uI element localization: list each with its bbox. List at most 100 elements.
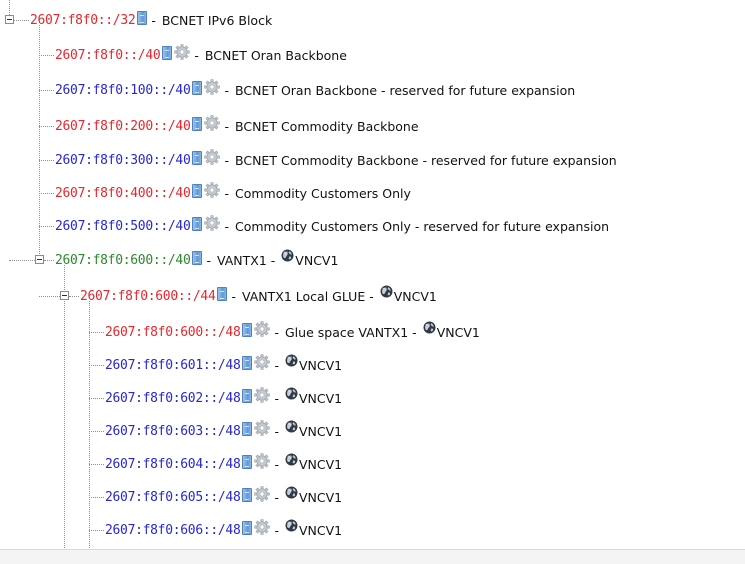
- tree-node-row: 2607:f8f0:606::/48 - VNCV1: [105, 519, 343, 540]
- prefix-description: BCNET Oran Backbone: [204, 47, 347, 63]
- separator-dash: -: [224, 152, 229, 168]
- gear-icon[interactable]: [254, 486, 271, 502]
- gear-icon[interactable]: [204, 215, 221, 231]
- gear-icon[interactable]: [254, 519, 271, 535]
- tree-node-row: 2607:f8f0:605::/48 - VNCV1: [105, 486, 343, 507]
- prefix-link[interactable]: 2607:f8f0:600::/44: [80, 289, 216, 304]
- tree-connector: [39, 193, 54, 194]
- gear-icon[interactable]: [254, 420, 271, 436]
- tree-connector: [39, 296, 60, 297]
- tree-node-row: 2607:f8f0:600::/40- VANTX1 - VNCV1: [55, 249, 339, 270]
- gear-icon[interactable]: [254, 321, 271, 337]
- gear-icon[interactable]: [254, 354, 271, 370]
- document-icon[interactable]: [192, 217, 203, 231]
- document-icon[interactable]: [192, 184, 203, 198]
- gear-icon[interactable]: [254, 387, 271, 403]
- globe-icon[interactable]: [380, 285, 393, 298]
- gear-icon[interactable]: [204, 149, 221, 165]
- prefix-link[interactable]: 2607:f8f0:605::/48: [105, 490, 241, 505]
- document-icon[interactable]: [192, 117, 203, 131]
- gear-icon[interactable]: [254, 453, 271, 469]
- tree-node-row: 2607:f8f0::/32- BCNET IPv6 Block: [30, 10, 272, 30]
- document-icon[interactable]: [137, 11, 148, 25]
- prefix-link[interactable]: 2607:f8f0:604::/48: [105, 457, 241, 472]
- tree-connector: [69, 296, 79, 297]
- prefix-link[interactable]: 2607:f8f0:400::/40: [55, 186, 191, 201]
- prefix-link[interactable]: 2607:f8f0:603::/48: [105, 424, 241, 439]
- document-icon[interactable]: [242, 455, 253, 469]
- prefix-link[interactable]: 2607:f8f0:600::/40: [55, 253, 191, 268]
- site-name: VNCV1: [299, 423, 343, 439]
- tree-connector: [9, 260, 35, 261]
- site-name: VNCV1: [295, 252, 339, 268]
- document-icon[interactable]: [242, 389, 253, 403]
- tree-node-row: 2607:f8f0:500::/40 - Commodity Customers O…: [55, 215, 610, 236]
- document-icon[interactable]: [192, 251, 203, 265]
- prefix-link[interactable]: 2607:f8f0::/32: [30, 13, 136, 28]
- separator-dash: -: [224, 82, 229, 98]
- tree-connector: [44, 260, 54, 261]
- tree-node-row: 2607:f8f0:200::/40 - BCNET Commodity Backb…: [55, 115, 419, 136]
- prefix-link[interactable]: 2607:f8f0:100::/40: [55, 83, 191, 98]
- tree-node-row: 2607:f8f0:600::/44- VANTX1 Local GLUE - VN…: [80, 285, 437, 306]
- gear-icon[interactable]: [204, 79, 221, 95]
- collapse-minus-icon[interactable]: [5, 15, 14, 24]
- ipv6-prefix-tree: 2607:f8f0::/32- BCNET IPv6 Block 2607:f8f0…: [0, 0, 745, 564]
- collapse-minus-icon[interactable]: [60, 291, 69, 300]
- tree-connector: [89, 530, 104, 531]
- tree-node-row: 2607:f8f0::/40 - BCNET Oran Backbone: [55, 44, 347, 65]
- document-icon[interactable]: [217, 287, 228, 301]
- separator-dash: -: [224, 118, 229, 134]
- prefix-link[interactable]: 2607:f8f0:606::/48: [105, 523, 241, 538]
- document-icon[interactable]: [242, 356, 253, 370]
- separator-dash: -: [194, 47, 199, 63]
- separator-dash: -: [274, 390, 279, 406]
- document-icon[interactable]: [242, 488, 253, 502]
- document-icon[interactable]: [242, 323, 253, 337]
- document-icon[interactable]: [162, 46, 173, 60]
- document-icon[interactable]: [242, 422, 253, 436]
- gear-icon[interactable]: [204, 182, 221, 198]
- bottom-scroll-strip: [0, 549, 745, 564]
- tree-connector: [14, 20, 29, 21]
- prefix-link[interactable]: 2607:f8f0:300::/40: [55, 153, 191, 168]
- globe-icon[interactable]: [285, 420, 298, 433]
- document-icon[interactable]: [192, 81, 203, 95]
- prefix-link[interactable]: 2607:f8f0:601::/48: [105, 358, 241, 373]
- prefix-description: Commodity Customers Only - reserved for …: [235, 218, 610, 234]
- globe-icon[interactable]: [285, 486, 298, 499]
- document-icon[interactable]: [192, 151, 203, 165]
- site-name: VNCV1: [436, 324, 480, 340]
- collapse-minus-icon[interactable]: [35, 255, 44, 264]
- document-icon[interactable]: [242, 521, 253, 535]
- separator-dash: -: [206, 252, 211, 268]
- separator-dash: -: [151, 12, 156, 28]
- globe-icon[interactable]: [423, 321, 436, 334]
- tree-connector: [89, 431, 104, 432]
- prefix-link[interactable]: 2607:f8f0:500::/40: [55, 219, 191, 234]
- separator-dash: -: [224, 185, 229, 201]
- prefix-description: BCNET IPv6 Block: [161, 12, 273, 28]
- tree-connector: [89, 365, 104, 366]
- globe-icon[interactable]: [285, 387, 298, 400]
- globe-icon[interactable]: [281, 249, 294, 262]
- tree-guide-line: [64, 301, 65, 564]
- gear-icon[interactable]: [174, 44, 191, 60]
- tree-node-row: 2607:f8f0:100::/40 - BCNET Oran Backbone -…: [55, 79, 575, 100]
- site-name: VNCV1: [299, 522, 343, 538]
- separator-dash: -: [231, 288, 236, 304]
- globe-icon[interactable]: [285, 354, 298, 367]
- prefix-link[interactable]: 2607:f8f0::/40: [55, 48, 161, 63]
- site-name: VNCV1: [299, 489, 343, 505]
- tree-connector: [39, 226, 54, 227]
- prefix-link[interactable]: 2607:f8f0:602::/48: [105, 391, 241, 406]
- prefix-link[interactable]: 2607:f8f0:600::/48: [105, 325, 241, 340]
- prefix-link[interactable]: 2607:f8f0:200::/40: [55, 119, 191, 134]
- globe-icon[interactable]: [285, 453, 298, 466]
- tree-node-row: 2607:f8f0:600::/48 - Glue space VANTX1 - VN…: [105, 321, 480, 342]
- tree-node-row: 2607:f8f0:603::/48 - VNCV1: [105, 420, 343, 441]
- site-name: VNCV1: [393, 288, 437, 304]
- gear-icon[interactable]: [204, 115, 221, 131]
- tree-connector: [39, 55, 54, 56]
- globe-icon[interactable]: [285, 519, 298, 532]
